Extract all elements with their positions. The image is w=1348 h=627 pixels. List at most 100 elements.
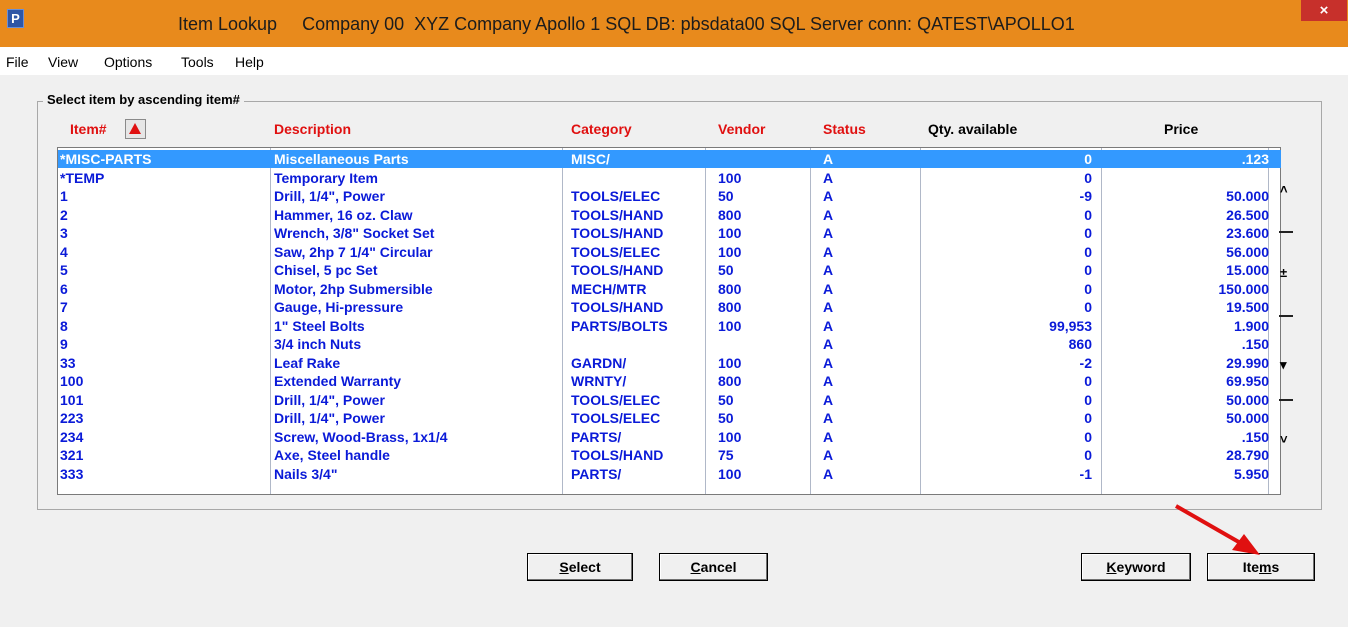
- cell-cat: TOOLS/HAND: [571, 225, 664, 241]
- table-row[interactable]: 5 Chisel, 5 pc Set TOOLS/HAND 50 A 0 15.000: [58, 261, 1281, 279]
- cell-item: 33: [60, 354, 76, 371]
- cell-vendor: 100: [718, 225, 742, 241]
- cell-cat: MECH/MTR: [571, 280, 647, 297]
- cell-desc: Drill, 1/4", Power: [274, 188, 385, 204]
- menu-file[interactable]: File: [6, 54, 29, 70]
- close-icon[interactable]: ×: [1301, 0, 1347, 21]
- table-row[interactable]: 223 Drill, 1/4", Power TOOLS/ELEC 50 A 0 50.00…: [58, 409, 1281, 427]
- table-row[interactable]: 1 Drill, 1/4", Power TOOLS/ELEC 50 A -9 50.000: [58, 187, 1281, 205]
- table-row[interactable]: 333 Nails 3/4" PARTS/100 A -1 5.950: [58, 465, 1281, 483]
- cell-item: 333: [60, 465, 84, 482]
- cell-vendor: 800: [718, 280, 742, 297]
- cell-desc: Axe, Steel handle: [274, 447, 390, 463]
- cell-vendor: 100: [718, 354, 742, 371]
- cell-cat: MISC/: [571, 151, 610, 167]
- menu-help[interactable]: Help: [235, 54, 264, 70]
- cell-qty: 0: [1084, 243, 1092, 260]
- cell-item: 8: [60, 317, 68, 334]
- header-category[interactable]: Category: [571, 121, 632, 137]
- cancel-button[interactable]: Cancel: [659, 553, 768, 581]
- sort-ascending-button[interactable]: [125, 119, 146, 139]
- cell-price: 69.950: [1226, 373, 1269, 389]
- cell-cat: TOOLS/HAND: [571, 262, 664, 278]
- menu-options[interactable]: Options: [104, 54, 152, 70]
- table-row[interactable]: *TEMP Temporary Item 100 A 0: [58, 169, 1281, 187]
- cell-status: A: [823, 391, 834, 408]
- select-accel: S: [559, 559, 569, 575]
- select-label: elect: [568, 559, 601, 575]
- table-row[interactable]: 6 Motor, 2hp Submersible MECH/MTR 800 A 0 150.…: [58, 280, 1281, 298]
- cell-desc: Leaf Rake: [274, 354, 341, 371]
- header-description[interactable]: Description: [274, 121, 351, 137]
- cell-qty: 860: [1068, 336, 1092, 352]
- cell-desc: Drill, 1/4", Power: [274, 410, 385, 426]
- cell-price: .150: [1241, 336, 1269, 352]
- cell-status: A: [823, 447, 834, 463]
- cell-item: 7: [60, 299, 68, 315]
- cell-item: 100: [60, 373, 84, 389]
- cell-price: 50.000: [1226, 410, 1269, 426]
- table-row[interactable]: *MISC-PARTS Miscellaneous Parts MISC/A 0 .12…: [58, 150, 1281, 168]
- cell-desc: Saw, 2hp 7 1/4" Circular: [274, 243, 433, 260]
- cell-desc: 1" Steel Bolts: [274, 317, 365, 334]
- cell-vendor: 800: [718, 373, 742, 389]
- table-row[interactable]: 7 Gauge, Hi-pressure TOOLS/HAND 800 A 0 19.500: [58, 298, 1281, 316]
- cell-item: 321: [60, 447, 84, 463]
- cell-vendor: 100: [718, 465, 742, 482]
- cell-vendor: 100: [718, 428, 742, 445]
- cell-item: 3: [60, 225, 68, 241]
- table-row[interactable]: 234 Screw, Wood-Brass, 1x1/4 PARTS/100 A 0 .1…: [58, 428, 1281, 446]
- cell-status: A: [823, 354, 834, 371]
- cell-desc: Temporary Item: [274, 169, 378, 186]
- cell-qty: 0: [1084, 391, 1092, 408]
- header-item[interactable]: Item#: [70, 121, 107, 137]
- cell-desc: Nails 3/4": [274, 465, 338, 482]
- cell-vendor: 100: [718, 169, 742, 186]
- scroll-divider: [1279, 399, 1293, 401]
- menu-view[interactable]: View: [48, 54, 78, 70]
- items-label-post: s: [1271, 559, 1280, 575]
- select-button[interactable]: Select: [527, 553, 633, 581]
- cell-vendor: 50: [718, 188, 734, 204]
- table-row[interactable]: 101 Drill, 1/4", Power TOOLS/ELEC 50 A 0 50.00…: [58, 391, 1281, 409]
- menu-bar: File View Options Tools Help: [0, 47, 1348, 75]
- table-row[interactable]: 321 Axe, Steel handle TOOLS/HAND 75 A 0 28.790: [58, 446, 1281, 464]
- items-accel: m: [1259, 559, 1272, 575]
- scroll-divider: [1279, 231, 1293, 233]
- scroll-line-up-icon[interactable]: ˄: [1280, 182, 1288, 197]
- cell-vendor: 100: [718, 317, 742, 334]
- cell-status: A: [823, 262, 834, 278]
- table-row[interactable]: 4 Saw, 2hp 7 1/4" Circular TOOLS/ELEC 100 A 0…: [58, 243, 1281, 261]
- keyword-label: eyword: [1116, 559, 1166, 575]
- cell-price: 50.000: [1226, 188, 1269, 204]
- cell-vendor: 100: [718, 243, 742, 260]
- cell-price: 19.500: [1226, 299, 1269, 315]
- cell-item: 5: [60, 262, 68, 278]
- cell-cat: GARDN/: [571, 354, 627, 371]
- header-vendor[interactable]: Vendor: [718, 121, 765, 137]
- table-row[interactable]: 8 1" Steel Bolts PARTS/BOLTS 100 A 99,953 1.90…: [58, 317, 1281, 335]
- scroll-page-icon[interactable]: ±: [1280, 265, 1287, 280]
- table-row[interactable]: 3 Wrench, 3/8" Socket Set TOOLS/HAND 100 A 0 2…: [58, 224, 1281, 242]
- scroll-page-down-icon[interactable]: ▾: [1280, 357, 1287, 373]
- cell-price: 23.600: [1226, 225, 1269, 241]
- table-row[interactable]: 33 Leaf Rake GARDN/100 A -2 29.990: [58, 354, 1281, 372]
- cell-status: A: [823, 188, 834, 204]
- table-row[interactable]: 2 Hammer, 16 oz. Claw TOOLS/HAND 800 A 0 26.50…: [58, 206, 1281, 224]
- cell-price: 15.000: [1226, 262, 1269, 278]
- cell-vendor: 50: [718, 391, 734, 408]
- cell-desc: 3/4 inch Nuts: [274, 336, 362, 352]
- header-status[interactable]: Status: [823, 121, 866, 137]
- cell-qty: 99,953: [1049, 317, 1092, 334]
- scroll-divider: [1279, 315, 1293, 317]
- table-row[interactable]: 9 3/4 inch Nuts A 860 .150: [58, 335, 1281, 353]
- cell-item: 4: [60, 243, 68, 260]
- cell-qty: 0: [1084, 206, 1092, 223]
- table-row[interactable]: 100 Extended Warranty WRNTY/800 A 0 69.950: [58, 372, 1281, 390]
- cell-vendor: 50: [718, 262, 734, 278]
- menu-tools[interactable]: Tools: [181, 54, 214, 70]
- scroll-line-down-icon[interactable]: ˅: [1280, 432, 1288, 447]
- cell-qty: 0: [1084, 151, 1092, 167]
- cell-cat: TOOLS/HAND: [571, 299, 664, 315]
- cell-item: *MISC-PARTS: [60, 151, 152, 167]
